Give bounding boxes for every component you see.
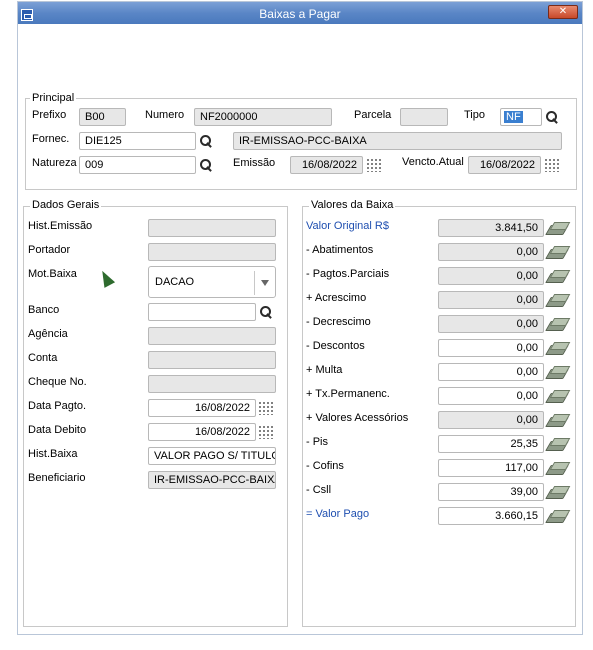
natureza-label: Natureza — [32, 157, 77, 169]
emissao-label: Emissão — [233, 157, 276, 169]
agencia-field[interactable] — [148, 327, 276, 345]
close-button[interactable]: ✕ — [548, 5, 578, 19]
valores-row-label: = Valor Pago — [306, 508, 370, 520]
mot-baixa-label: Mot.Baixa — [28, 268, 77, 280]
valores-row-label: + Acrescimo — [306, 292, 367, 304]
hist-baixa-field[interactable]: VALOR PAGO S/ TITULO — [148, 447, 276, 465]
principal-legend: Principal — [30, 92, 77, 104]
emissao-calendar-icon[interactable] — [366, 158, 382, 172]
chevron-down-icon[interactable] — [261, 280, 269, 286]
valores-row-value[interactable]: 0,00 — [438, 387, 544, 405]
valores-row-value[interactable]: 0,00 — [438, 339, 544, 357]
valores-legend: Valores da Baixa — [309, 199, 396, 211]
title-bar[interactable]: Baixas a Pagar ✕ — [18, 2, 582, 24]
window-title: Baixas a Pagar — [259, 7, 341, 21]
mot-baixa-select[interactable]: DACAO — [148, 266, 276, 298]
valores-row-value[interactable]: 39,00 — [438, 483, 544, 501]
money-icon[interactable] — [548, 246, 566, 258]
conta-field[interactable] — [148, 351, 276, 369]
money-icon[interactable] — [548, 342, 566, 354]
valores-row-label: - Pis — [306, 436, 328, 448]
valores-row-value[interactable]: 3.660,15 — [438, 507, 544, 525]
conta-label: Conta — [28, 352, 58, 364]
money-icon[interactable] — [548, 438, 566, 450]
valores-row-label: - Csll — [306, 484, 332, 496]
prefixo-field[interactable]: B00 — [79, 108, 126, 126]
beneficiario-label: Beneficiario — [28, 472, 86, 484]
vencto-calendar-icon[interactable] — [544, 158, 560, 172]
valores-row-value[interactable]: 25,35 — [438, 435, 544, 453]
valores-row-label: + Multa — [306, 364, 343, 376]
numero-field[interactable]: NF2000000 — [194, 108, 332, 126]
portador-field[interactable] — [148, 243, 276, 261]
prefixo-label: Prefixo — [32, 109, 67, 121]
vencto-field[interactable]: 16/08/2022 — [468, 156, 541, 174]
hist-emissao-label: Hist.Emissão — [28, 220, 93, 232]
banco-field[interactable] — [148, 303, 256, 321]
cheque-field[interactable] — [148, 375, 276, 393]
money-icon[interactable] — [548, 366, 566, 378]
money-icon[interactable] — [548, 486, 566, 498]
data-debito-calendar-icon[interactable] — [258, 425, 274, 439]
fornec-search-icon[interactable] — [199, 134, 213, 148]
valores-row-label: - Abatimentos — [306, 244, 374, 256]
parcela-field[interactable] — [400, 108, 448, 126]
tipo-value: NF — [504, 111, 523, 123]
dados-gerais-legend: Dados Gerais — [30, 199, 102, 211]
tipo-field[interactable]: NF — [500, 108, 542, 126]
valores-row-label: - Descontos — [306, 340, 365, 352]
natureza-search-icon[interactable] — [199, 158, 213, 172]
data-pagto-calendar-icon[interactable] — [258, 401, 274, 415]
tipo-search-icon[interactable] — [545, 110, 559, 124]
valores-row-value[interactable]: 0,00 — [438, 291, 544, 309]
money-icon[interactable] — [548, 510, 566, 522]
valores-row-value[interactable]: 0,00 — [438, 243, 544, 261]
agencia-label: Agência — [28, 328, 68, 340]
banco-label: Banco — [28, 304, 60, 316]
valores-row-value[interactable]: 0,00 — [438, 363, 544, 381]
money-icon[interactable] — [548, 462, 566, 474]
fornec-nome-field[interactable]: IR-EMISSAO-PCC-BAIXA — [233, 132, 562, 150]
money-icon[interactable] — [548, 222, 566, 234]
data-debito-field[interactable]: 16/08/2022 — [148, 423, 256, 441]
natureza-field[interactable]: 009 — [79, 156, 196, 174]
money-icon[interactable] — [548, 414, 566, 426]
money-icon[interactable] — [548, 294, 566, 306]
data-debito-label: Data Debito — [28, 424, 87, 436]
numero-label: Numero — [145, 109, 185, 121]
valores-row-label: - Decrescimo — [306, 316, 371, 328]
parcela-label: Parcela — [354, 109, 392, 121]
beneficiario-field[interactable]: IR-EMISSAO-PCC-BAIXA — [148, 471, 276, 489]
portador-label: Portador — [28, 244, 71, 256]
cheque-label: Cheque No. — [28, 376, 87, 388]
valores-row-value[interactable]: 0,00 — [438, 267, 544, 285]
money-icon[interactable] — [548, 318, 566, 330]
valores-row-value[interactable]: 0,00 — [438, 315, 544, 333]
valores-row-label: Valor Original R$ — [306, 220, 389, 232]
valores-row-value[interactable]: 117,00 — [438, 459, 544, 477]
valores-row-label: + Valores Acessórios — [306, 412, 409, 424]
mot-baixa-value: DACAO — [155, 276, 195, 288]
valores-row-label: - Pagtos.Parciais — [306, 268, 390, 280]
valores-row-label: + Tx.Permanenc. — [306, 388, 390, 400]
hist-emissao-field[interactable] — [148, 219, 276, 237]
data-pagto-label: Data Pagto. — [28, 400, 87, 412]
vencto-label: Vencto.Atual — [402, 156, 464, 168]
fornec-field[interactable]: DIE125 — [79, 132, 196, 150]
fornec-label: Fornec. — [32, 133, 70, 145]
tipo-label: Tipo — [464, 109, 485, 121]
valores-row-label: - Cofins — [306, 460, 344, 472]
combo-divider — [254, 271, 255, 295]
banco-search-icon[interactable] — [259, 305, 273, 319]
data-pagto-field[interactable]: 16/08/2022 — [148, 399, 256, 417]
money-icon[interactable] — [548, 270, 566, 282]
valores-row-value[interactable]: 0,00 — [438, 411, 544, 429]
money-icon[interactable] — [548, 390, 566, 402]
hist-baixa-label: Hist.Baixa — [28, 448, 78, 460]
emissao-field[interactable]: 16/08/2022 — [290, 156, 363, 174]
valores-row-value[interactable]: 3.841,50 — [438, 219, 544, 237]
